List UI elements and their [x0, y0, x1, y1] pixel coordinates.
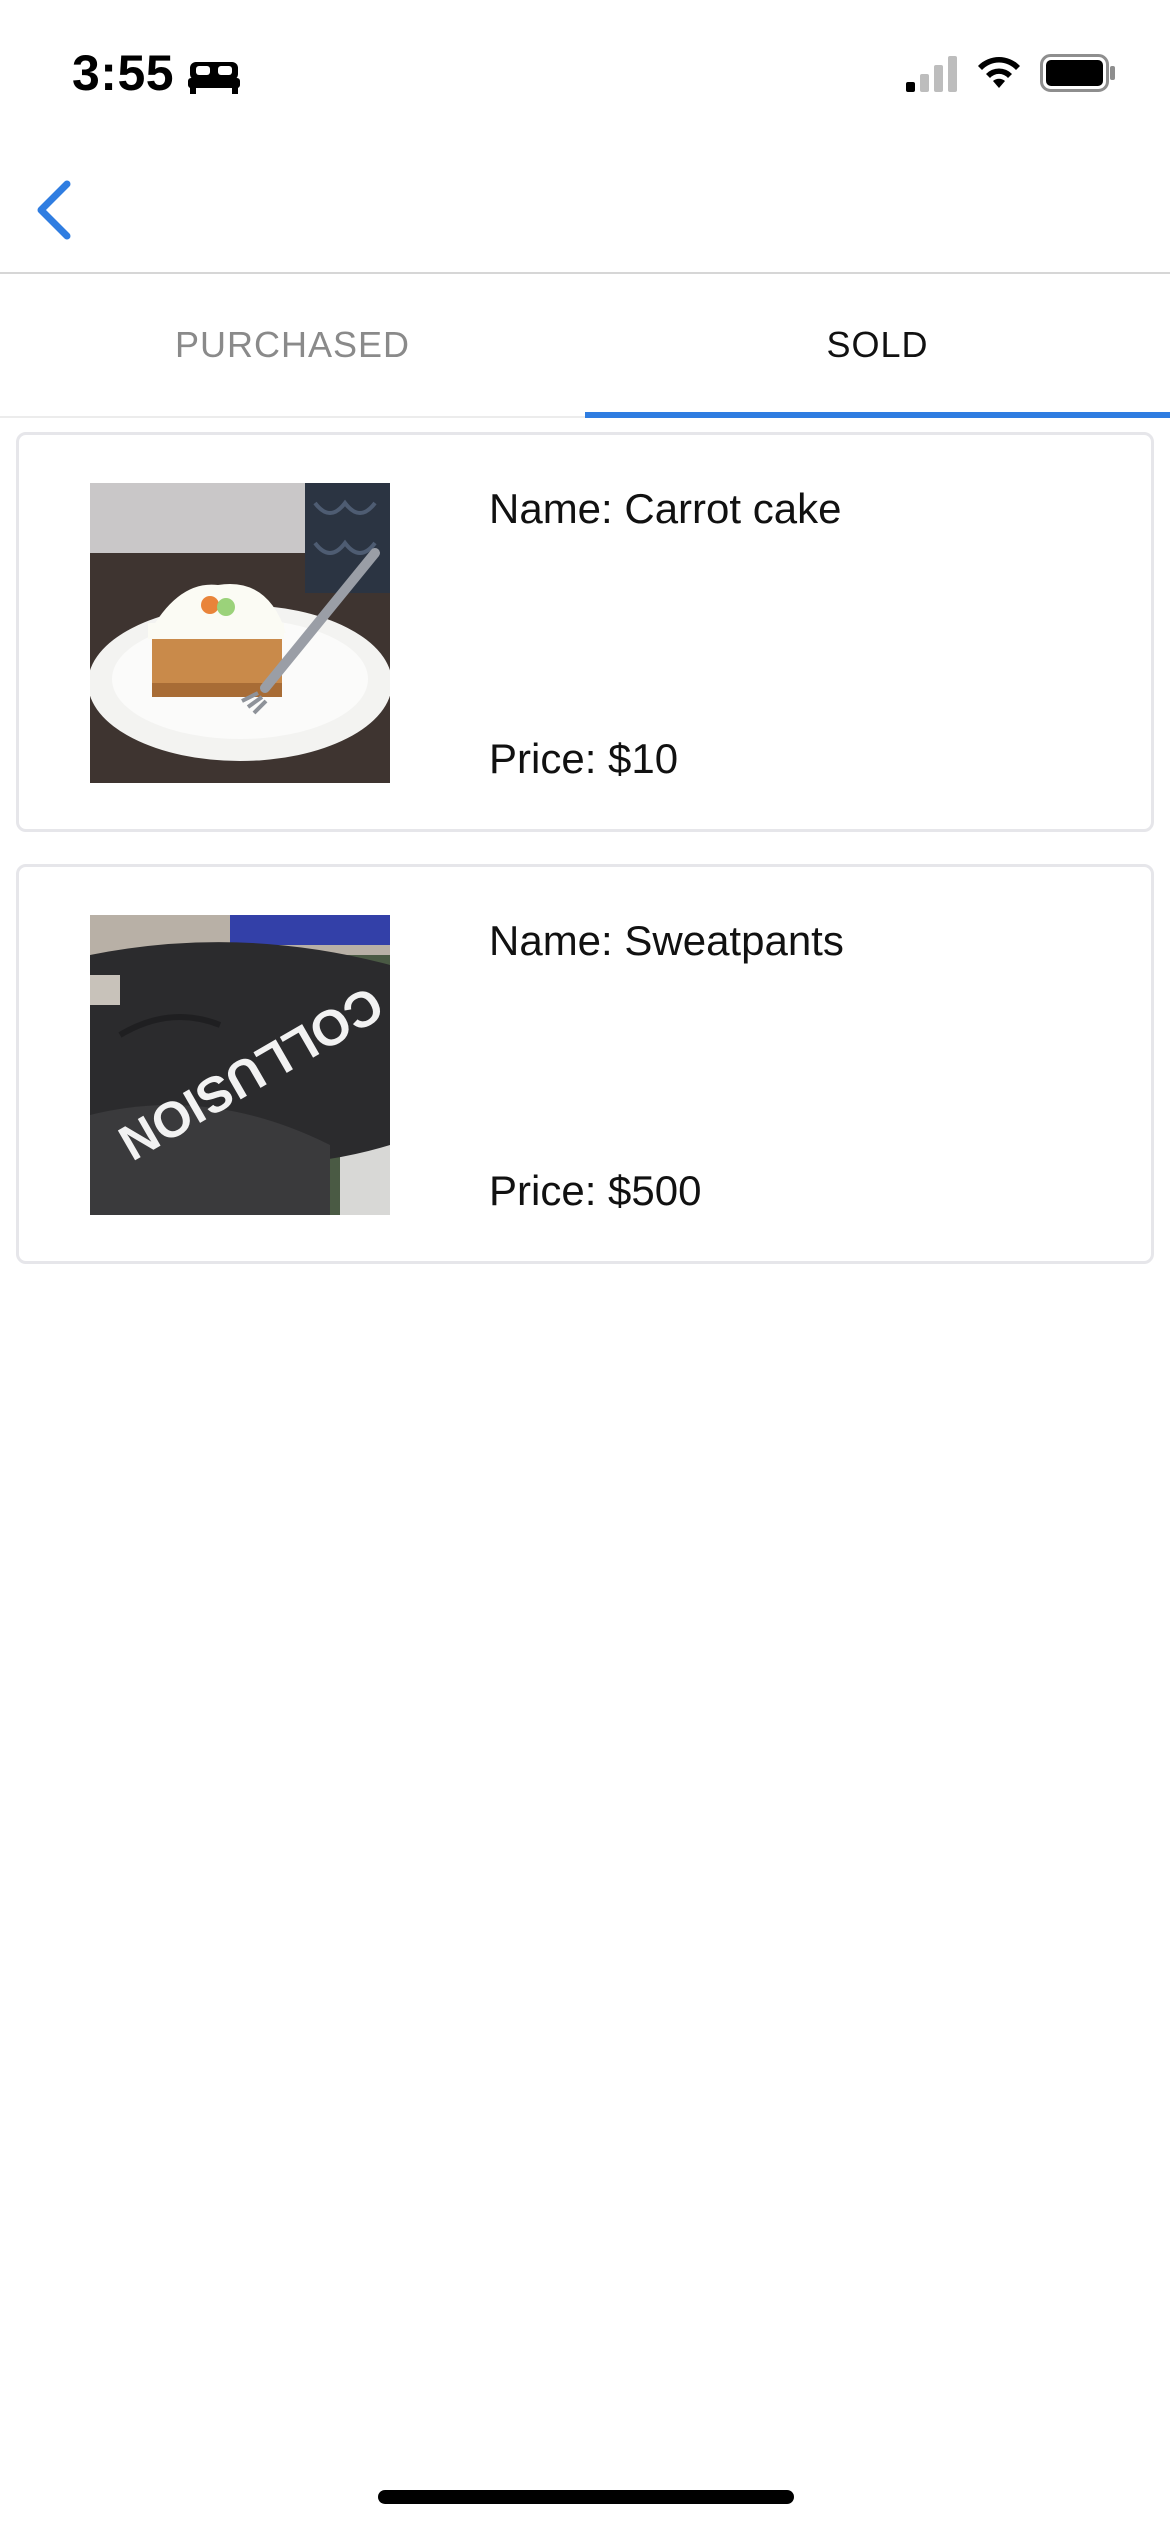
home-indicator[interactable]: [378, 2490, 794, 2504]
item-name: Name: Carrot cake: [489, 485, 842, 532]
wifi-icon: [978, 57, 1020, 88]
sold-items-screen: 3:55 PURCHASED SOLD Name: Carrot cake Pr…: [0, 0, 1170, 2532]
back-button[interactable]: [14, 170, 94, 250]
carrot-cake-photo: [90, 483, 390, 783]
item-price: Price: $500: [489, 1167, 702, 1214]
item-card-sweatpants[interactable]: COLLUSION Name: Sweatpants Price: $500: [16, 864, 1154, 1264]
item-card-carrot-cake[interactable]: Name: Carrot cake Price: $10: [16, 432, 1154, 832]
cellular-signal-icon: [906, 56, 957, 92]
bed-icon: [188, 62, 240, 94]
item-price: Price: $10: [489, 735, 679, 782]
tab-purchased[interactable]: PURCHASED: [0, 274, 585, 416]
sold-items-list: Name: Carrot cake Price: $10 COLLUSION N…: [16, 432, 1154, 1296]
nav-header: [0, 150, 1170, 274]
chevron-left-icon: [37, 180, 71, 240]
battery-icon: [1040, 54, 1115, 92]
tab-sold[interactable]: SOLD: [585, 274, 1170, 418]
status-time: 3:55: [72, 45, 175, 101]
item-name: Name: Sweatpants: [489, 917, 844, 964]
sweatpants-photo: COLLUSION: [90, 915, 390, 1215]
tab-bar: PURCHASED SOLD: [0, 274, 1170, 418]
status-bar: 3:55: [0, 0, 1170, 150]
